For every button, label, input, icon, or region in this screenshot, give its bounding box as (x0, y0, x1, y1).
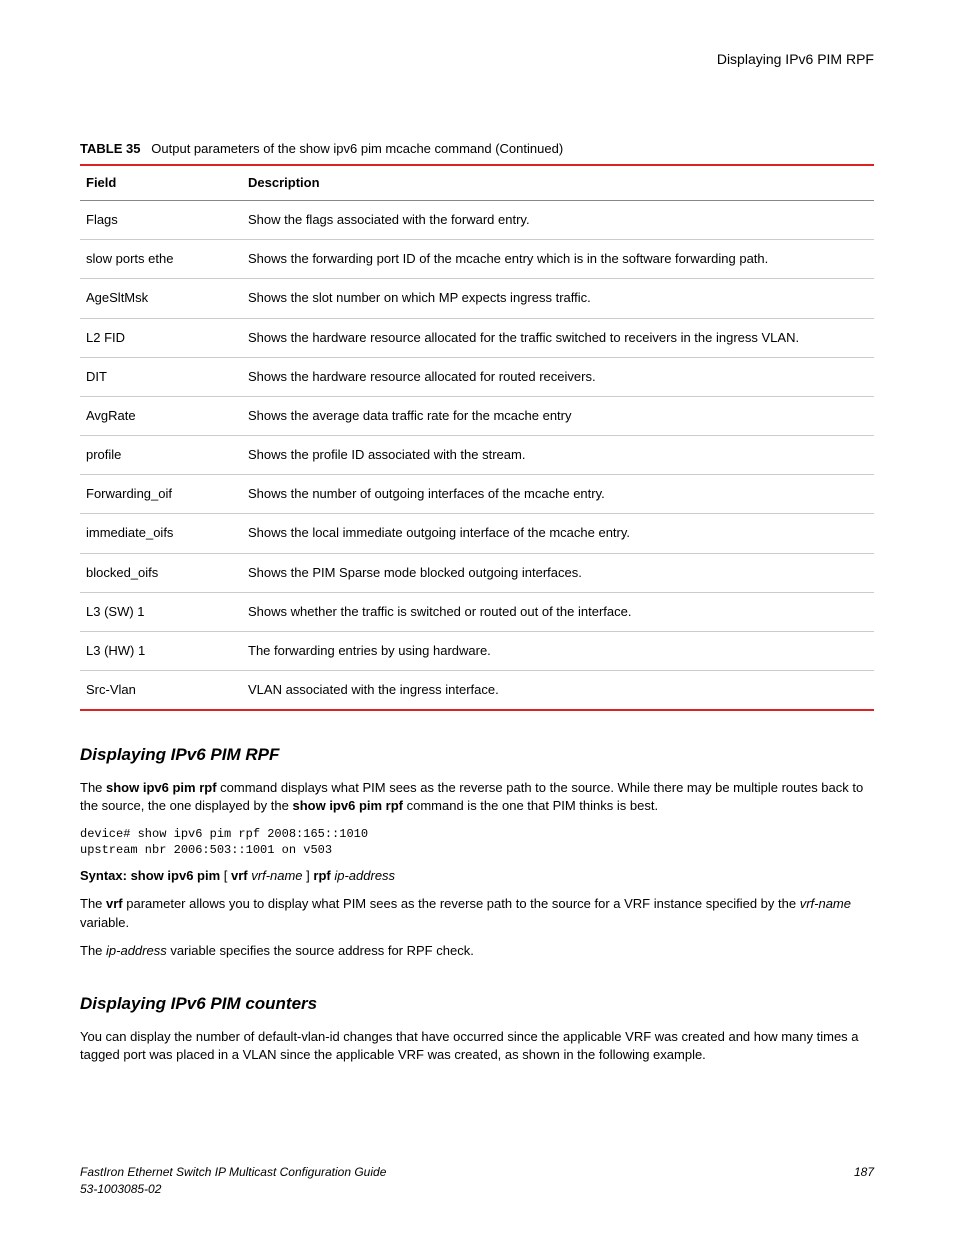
cell-field: Flags (80, 200, 242, 239)
table-row: AgeSltMskShows the slot number on which … (80, 279, 874, 318)
col-description: Description (242, 165, 874, 201)
cell-desc: The forwarding entries by using hardware… (242, 632, 874, 671)
cell-field: immediate_oifs (80, 514, 242, 553)
code-block-rpf: device# show ipv6 pim rpf 2008:165::1010… (80, 826, 874, 860)
cell-field: DIT (80, 357, 242, 396)
table-caption: TABLE 35 Output parameters of the show i… (80, 140, 874, 158)
cell-desc: Shows the hardware resource allocated fo… (242, 357, 874, 396)
cell-field: L3 (HW) 1 (80, 632, 242, 671)
table-label: TABLE 35 (80, 141, 140, 156)
footer-doc-title: FastIron Ethernet Switch IP Multicast Co… (80, 1164, 386, 1181)
table-row: Forwarding_oifShows the number of outgoi… (80, 475, 874, 514)
table-row: blocked_oifsShows the PIM Sparse mode bl… (80, 553, 874, 592)
cell-desc: Shows the slot number on which MP expect… (242, 279, 874, 318)
output-parameters-table: Field Description FlagsShow the flags as… (80, 164, 874, 712)
table-row: DITShows the hardware resource allocated… (80, 357, 874, 396)
cell-desc: Shows the profile ID associated with the… (242, 436, 874, 475)
cell-desc: VLAN associated with the ingress interfa… (242, 671, 874, 711)
cell-desc: Shows the average data traffic rate for … (242, 396, 874, 435)
cell-field: L3 (SW) 1 (80, 592, 242, 631)
cell-desc: Shows whether the traffic is switched or… (242, 592, 874, 631)
cell-field: blocked_oifs (80, 553, 242, 592)
table-row: L3 (HW) 1The forwarding entries by using… (80, 632, 874, 671)
footer-doc-number: 53-1003085-02 (80, 1181, 386, 1198)
cell-desc: Shows the PIM Sparse mode blocked outgoi… (242, 553, 874, 592)
table-row: FlagsShow the flags associated with the … (80, 200, 874, 239)
cell-desc: Shows the local immediate outgoing inter… (242, 514, 874, 553)
section-title-rpf: Displaying IPv6 PIM RPF (80, 743, 874, 767)
cell-field: slow ports ethe (80, 240, 242, 279)
rpf-paragraph-2: The vrf parameter allows you to display … (80, 895, 874, 931)
rpf-paragraph-1: The show ipv6 pim rpf command displays w… (80, 779, 874, 815)
col-field: Field (80, 165, 242, 201)
cell-field: Forwarding_oif (80, 475, 242, 514)
cell-desc: Shows the hardware resource allocated fo… (242, 318, 874, 357)
section-title-counters: Displaying IPv6 PIM counters (80, 992, 874, 1016)
syntax-line: Syntax: show ipv6 pim [ vrf vrf-name ] r… (80, 867, 874, 885)
cell-field: profile (80, 436, 242, 475)
cell-field: Src-Vlan (80, 671, 242, 711)
page-header-right: Displaying IPv6 PIM RPF (80, 50, 874, 70)
rpf-paragraph-3: The ip-address variable specifies the so… (80, 942, 874, 960)
table-row: L2 FIDShows the hardware resource alloca… (80, 318, 874, 357)
cell-field: AvgRate (80, 396, 242, 435)
page-number: 187 (854, 1164, 874, 1198)
table-row: slow ports etheShows the forwarding port… (80, 240, 874, 279)
cell-field: AgeSltMsk (80, 279, 242, 318)
counters-paragraph-1: You can display the number of default-vl… (80, 1028, 874, 1064)
table-row: profileShows the profile ID associated w… (80, 436, 874, 475)
cell-desc: Shows the number of outgoing interfaces … (242, 475, 874, 514)
page-footer: FastIron Ethernet Switch IP Multicast Co… (80, 1164, 874, 1198)
table-row: L3 (SW) 1Shows whether the traffic is sw… (80, 592, 874, 631)
table-caption-text: Output parameters of the show ipv6 pim m… (151, 141, 563, 156)
table-row: Src-VlanVLAN associated with the ingress… (80, 671, 874, 711)
cell-desc: Show the flags associated with the forwa… (242, 200, 874, 239)
table-row: AvgRateShows the average data traffic ra… (80, 396, 874, 435)
table-row: immediate_oifsShows the local immediate … (80, 514, 874, 553)
cell-field: L2 FID (80, 318, 242, 357)
cell-desc: Shows the forwarding port ID of the mcac… (242, 240, 874, 279)
